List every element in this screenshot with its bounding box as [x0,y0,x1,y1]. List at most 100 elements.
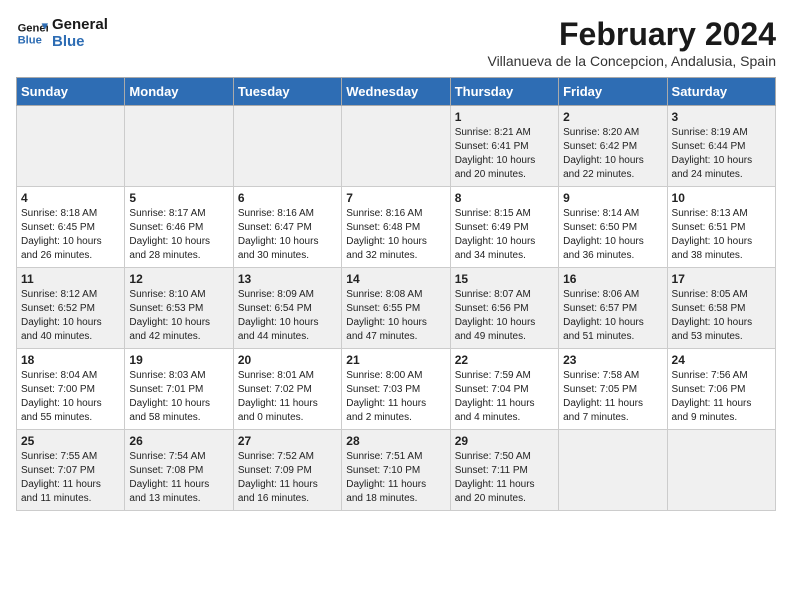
day-number: 22 [455,353,554,367]
day-info: Sunrise: 8:06 AM Sunset: 6:57 PM Dayligh… [563,288,662,344]
calendar-cell: 5 Sunrise: 8:17 AM Sunset: 6:46 PM Daylig… [125,187,233,268]
calendar-week-row: 18Sunrise: 8:04 AM Sunset: 7:00 PM Dayli… [17,349,776,430]
day-number: 9 [563,191,662,205]
day-number: 7 [346,191,445,205]
calendar-cell: 27 Sunrise: 7:52 AM Sunset: 7:09 PM Dayli… [233,430,341,511]
location-subtitle: Villanueva de la Concepcion, Andalusia, … [487,53,776,69]
day-number: 25 [21,434,120,448]
calendar-cell [125,106,233,187]
day-number: 26 [129,434,228,448]
day-info: Sunrise: 7:51 AM Sunset: 7:10 PM Dayligh… [346,450,445,506]
day-number: 16 [563,272,662,286]
day-info: Sunrise: 8:16 AM Sunset: 6:48 PM Dayligh… [346,207,445,263]
day-number: 28 [346,434,445,448]
day-info: Sunrise: 8:21 AM Sunset: 6:41 PM Dayligh… [455,126,554,182]
calendar-cell: 8 Sunrise: 8:15 AM Sunset: 6:49 PM Daylig… [450,187,558,268]
day-info: Sunrise: 8:20 AM Sunset: 6:42 PM Dayligh… [563,126,662,182]
calendar-week-row: 25 Sunrise: 7:55 AM Sunset: 7:07 PM Dayli… [17,430,776,511]
header-monday: Monday [125,78,233,106]
day-info: Sunrise: 8:00 AM Sunset: 7:03 PM Dayligh… [346,369,445,425]
calendar-cell: 6 Sunrise: 8:16 AM Sunset: 6:47 PM Daylig… [233,187,341,268]
day-number: 5 [129,191,228,205]
calendar-cell: 24 Sunrise: 7:56 AM Sunset: 7:06 PM Dayli… [667,349,775,430]
day-number: 8 [455,191,554,205]
day-info: Sunrise: 8:14 AM Sunset: 6:50 PM Dayligh… [563,207,662,263]
day-number: 14 [346,272,445,286]
calendar-cell: 21 Sunrise: 8:00 AM Sunset: 7:03 PM Dayli… [342,349,450,430]
day-number: 6 [238,191,337,205]
day-info: Sunrise: 8:03 AM Sunset: 7:01 PM Dayligh… [129,369,228,425]
calendar-header-row: SundayMondayTuesdayWednesdayThursdayFrid… [17,78,776,106]
calendar-cell: 11 Sunrise: 8:12 AM Sunset: 6:52 PM Dayli… [17,268,125,349]
calendar-cell [17,106,125,187]
day-info: Sunrise: 8:05 AM Sunset: 6:58 PM Dayligh… [672,288,771,344]
day-info: Sunrise: 8:10 AM Sunset: 6:53 PM Dayligh… [129,288,228,344]
calendar-cell [233,106,341,187]
day-number: 29 [455,434,554,448]
day-number: 3 [672,110,771,124]
day-info: Sunrise: 8:19 AM Sunset: 6:44 PM Dayligh… [672,126,771,182]
day-number: 15 [455,272,554,286]
calendar-cell: 1Sunrise: 8:21 AM Sunset: 6:41 PM Daylig… [450,106,558,187]
logo-line1: General [52,16,108,33]
calendar-cell [342,106,450,187]
calendar-week-row: 1Sunrise: 8:21 AM Sunset: 6:41 PM Daylig… [17,106,776,187]
logo: General Blue General Blue [16,16,108,50]
calendar-cell: 9 Sunrise: 8:14 AM Sunset: 6:50 PM Daylig… [559,187,667,268]
day-number: 11 [21,272,120,286]
header-wednesday: Wednesday [342,78,450,106]
day-info: Sunrise: 8:07 AM Sunset: 6:56 PM Dayligh… [455,288,554,344]
day-number: 13 [238,272,337,286]
calendar-cell: 26Sunrise: 7:54 AM Sunset: 7:08 PM Dayli… [125,430,233,511]
day-info: Sunrise: 8:12 AM Sunset: 6:52 PM Dayligh… [21,288,120,344]
calendar-cell: 28 Sunrise: 7:51 AM Sunset: 7:10 PM Dayli… [342,430,450,511]
day-info: Sunrise: 7:58 AM Sunset: 7:05 PM Dayligh… [563,369,662,425]
day-number: 23 [563,353,662,367]
day-number: 10 [672,191,771,205]
day-number: 19 [129,353,228,367]
calendar-cell: 4Sunrise: 8:18 AM Sunset: 6:45 PM Daylig… [17,187,125,268]
day-info: Sunrise: 7:52 AM Sunset: 7:09 PM Dayligh… [238,450,337,506]
calendar-table: SundayMondayTuesdayWednesdayThursdayFrid… [16,77,776,511]
day-info: Sunrise: 8:15 AM Sunset: 6:49 PM Dayligh… [455,207,554,263]
calendar-cell: 13Sunrise: 8:09 AM Sunset: 6:54 PM Dayli… [233,268,341,349]
calendar-week-row: 11 Sunrise: 8:12 AM Sunset: 6:52 PM Dayli… [17,268,776,349]
day-info: Sunrise: 8:17 AM Sunset: 6:46 PM Dayligh… [129,207,228,263]
calendar-cell: 22 Sunrise: 7:59 AM Sunset: 7:04 PM Dayli… [450,349,558,430]
day-number: 12 [129,272,228,286]
header-sunday: Sunday [17,78,125,106]
calendar-cell: 20 Sunrise: 8:01 AM Sunset: 7:02 PM Dayli… [233,349,341,430]
day-info: Sunrise: 7:56 AM Sunset: 7:06 PM Dayligh… [672,369,771,425]
logo-line2: Blue [52,33,108,50]
calendar-cell: 29 Sunrise: 7:50 AM Sunset: 7:11 PM Dayli… [450,430,558,511]
header-thursday: Thursday [450,78,558,106]
day-info: Sunrise: 7:59 AM Sunset: 7:04 PM Dayligh… [455,369,554,425]
calendar-week-row: 4Sunrise: 8:18 AM Sunset: 6:45 PM Daylig… [17,187,776,268]
svg-text:Blue: Blue [18,34,42,46]
day-number: 4 [21,191,120,205]
day-info: Sunrise: 8:01 AM Sunset: 7:02 PM Dayligh… [238,369,337,425]
calendar-cell: 7 Sunrise: 8:16 AM Sunset: 6:48 PM Daylig… [342,187,450,268]
day-number: 24 [672,353,771,367]
day-number: 17 [672,272,771,286]
calendar-cell [667,430,775,511]
day-info: Sunrise: 8:04 AM Sunset: 7:00 PM Dayligh… [21,369,120,425]
day-number: 20 [238,353,337,367]
month-title: February 2024 [487,16,776,53]
title-block: February 2024 Villanueva de la Concepcio… [487,16,776,69]
day-info: Sunrise: 8:08 AM Sunset: 6:55 PM Dayligh… [346,288,445,344]
calendar-cell: 12 Sunrise: 8:10 AM Sunset: 6:53 PM Dayli… [125,268,233,349]
calendar-cell: 19 Sunrise: 8:03 AM Sunset: 7:01 PM Dayli… [125,349,233,430]
header-friday: Friday [559,78,667,106]
day-info: Sunrise: 7:50 AM Sunset: 7:11 PM Dayligh… [455,450,554,506]
day-number: 2 [563,110,662,124]
day-info: Sunrise: 8:13 AM Sunset: 6:51 PM Dayligh… [672,207,771,263]
day-info: Sunrise: 7:55 AM Sunset: 7:07 PM Dayligh… [21,450,120,506]
day-number: 27 [238,434,337,448]
day-number: 21 [346,353,445,367]
page-header: General Blue General Blue February 2024 … [16,16,776,69]
calendar-cell: 2 Sunrise: 8:20 AM Sunset: 6:42 PM Daylig… [559,106,667,187]
day-info: Sunrise: 8:16 AM Sunset: 6:47 PM Dayligh… [238,207,337,263]
calendar-cell: 23 Sunrise: 7:58 AM Sunset: 7:05 PM Dayli… [559,349,667,430]
calendar-cell: 25 Sunrise: 7:55 AM Sunset: 7:07 PM Dayli… [17,430,125,511]
